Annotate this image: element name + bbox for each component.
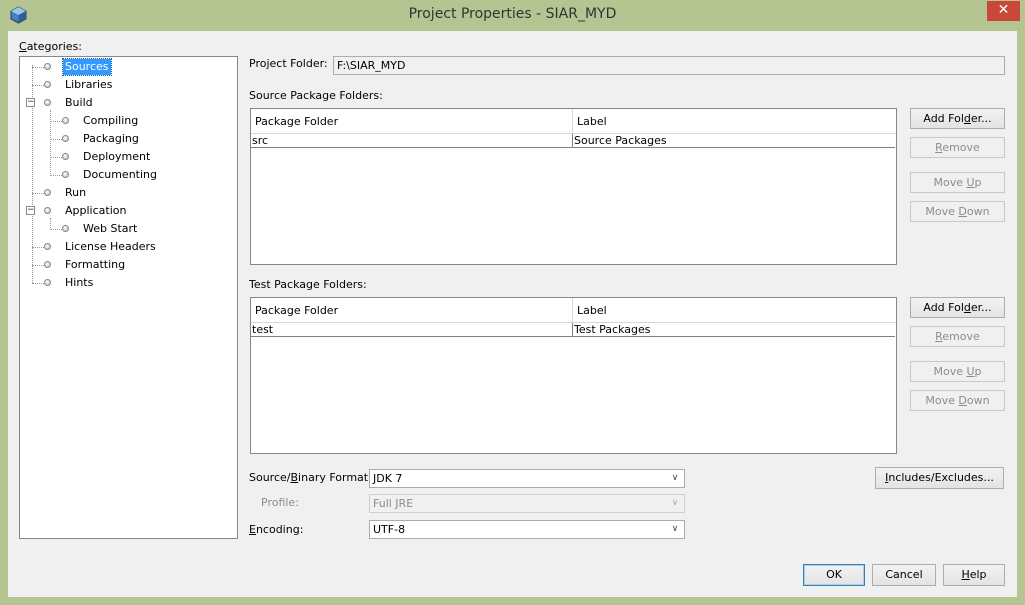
node-icon [44,207,51,214]
column-header-label[interactable]: Label [573,298,895,323]
node-icon [62,135,69,142]
test-folders-label: Test Package Folders: [249,278,367,291]
tree-item-label: Sources [62,58,112,76]
includes-excludes-button[interactable]: Includes/Excludes... [875,467,1004,489]
encoding-label: Encoding: [249,523,304,536]
source-binary-format-dropdown[interactable]: JDK 7 ∨ [369,469,685,488]
tree-item-label: Application [65,204,127,217]
table-header: Package Folder Label [251,298,896,323]
dropdown-value: Full JRE [373,497,414,510]
collapse-toggle-build[interactable]: − [26,98,35,107]
tree-item-label: Libraries [65,78,113,91]
chevron-down-icon: ∨ [671,498,679,508]
tree-item-label: Hints [65,276,94,289]
categories-tree[interactable]: − − Sources Libraries Build Compiling Pa… [19,56,238,539]
cell-label[interactable]: Test Packages [573,323,650,337]
project-properties-window: Project Properties - SIAR_MYD ✕ Categori… [0,0,1025,605]
tree-item-label: Web Start [83,222,138,235]
dropdown-value: UTF-8 [373,523,406,536]
move-up-test-button[interactable]: Move Up [910,361,1005,382]
tree-guide [50,121,62,122]
cell-package-folder[interactable]: src [251,134,268,148]
test-folders-table[interactable]: Package Folder Label test Test Packages [250,297,897,454]
tree-guide [32,85,44,86]
add-source-folder-button[interactable]: Add Folder... [910,108,1005,129]
dropdown-value: JDK 7 [373,472,403,485]
cancel-button[interactable]: Cancel [872,564,936,586]
node-icon [62,225,69,232]
profile-label: Profile: [261,496,299,509]
source-folders-table[interactable]: Package Folder Label src Source Packages [250,108,897,265]
cell-label[interactable]: Source Packages [573,134,667,148]
node-icon [62,153,69,160]
dialog-body: Categories: − − Sources Libraries Build … [8,31,1017,597]
tree-guide [32,193,44,194]
node-icon [62,171,69,178]
project-folder-label: Project Folder: [249,57,328,70]
encoding-dropdown[interactable]: UTF-8 ∨ [369,520,685,539]
chevron-down-icon: ∨ [671,473,679,483]
table-row[interactable]: src Source Packages [251,134,895,148]
close-icon: ✕ [997,2,1010,18]
column-header-package-folder[interactable]: Package Folder [251,109,572,134]
node-icon [44,189,51,196]
node-icon [44,261,51,268]
tree-item-label: Compiling [83,114,139,127]
tree-item-label: Build [65,96,93,109]
column-header-package-folder[interactable]: Package Folder [251,298,572,323]
tree-guide [50,229,62,230]
node-icon [44,63,51,70]
tree-item-label: Run [65,186,87,199]
tree-item-label: Packaging [83,132,139,145]
source-binary-format-label: Source/Binary Format: [249,471,372,484]
tree-item-label: Deployment [83,150,151,163]
column-header-label[interactable]: Label [573,109,895,134]
tree-item-label: Formatting [65,258,126,271]
source-folders-label: Source Package Folders: [249,89,383,102]
node-icon [62,117,69,124]
add-test-folder-button[interactable]: Add Folder... [910,297,1005,318]
table-header: Package Folder Label [251,109,896,134]
move-up-source-button[interactable]: Move Up [910,172,1005,193]
tree-guide [50,175,62,176]
tree-guide [32,67,44,68]
tree-guide [50,110,51,176]
move-down-test-button[interactable]: Move Down [910,390,1005,411]
window-title: Project Properties - SIAR_MYD [408,6,617,22]
categories-label: Categories: [19,40,83,53]
categories-label-text: ategories: [26,40,83,53]
node-icon [44,99,51,106]
close-button[interactable]: ✕ [987,1,1020,21]
node-icon [44,81,51,88]
cell-package-folder[interactable]: test [251,323,273,337]
project-folder-field[interactable]: F:\SIAR_MYD [333,56,1005,75]
tree-item-label: Documenting [83,168,157,181]
collapse-toggle-application[interactable]: − [26,206,35,215]
ok-button[interactable]: OK [803,564,865,586]
tree-item-label: License Headers [65,240,156,253]
help-button[interactable]: Help [943,564,1005,586]
remove-source-folder-button[interactable]: Remove [910,137,1005,158]
node-icon [44,243,51,250]
move-down-source-button[interactable]: Move Down [910,201,1005,222]
node-icon [44,279,51,286]
chevron-down-icon: ∨ [671,524,679,534]
tree-guide [32,283,44,284]
profile-dropdown[interactable]: Full JRE ∨ [369,494,685,513]
tree-guide [50,157,62,158]
title-bar: Project Properties - SIAR_MYD ✕ [0,0,1025,31]
tree-guide [50,139,62,140]
tree-guide [32,265,44,266]
remove-test-folder-button[interactable]: Remove [910,326,1005,347]
tree-guide [32,247,44,248]
table-row[interactable]: test Test Packages [251,323,895,337]
